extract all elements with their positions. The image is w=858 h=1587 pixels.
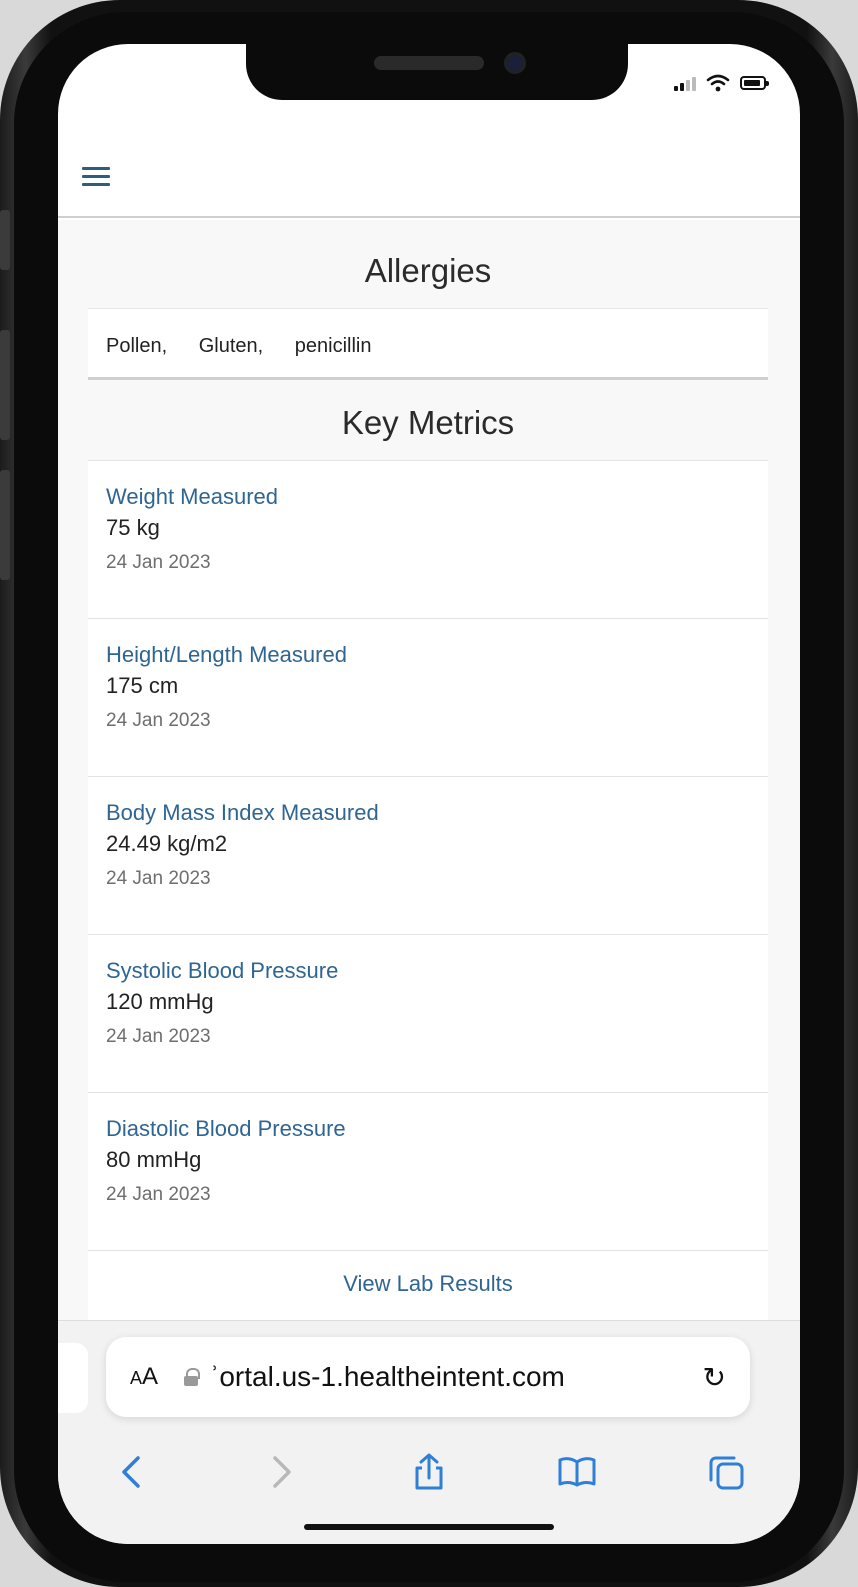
- allergy-item: penicillin: [294, 335, 372, 357]
- text-size-button[interactable]: AA: [130, 1363, 158, 1391]
- allergy-item: Pollen,: [106, 335, 168, 357]
- chevron-right-icon: [272, 1456, 291, 1488]
- battery-icon: [740, 76, 769, 90]
- metric-systolic: Systolic Blood Pressure 120 mmHg 24 Jan …: [88, 934, 768, 1092]
- reload-icon[interactable]: ↻: [703, 1361, 726, 1394]
- home-indicator[interactable]: [304, 1524, 554, 1530]
- book-icon: [558, 1457, 596, 1487]
- allergy-item: Gluten,: [198, 335, 264, 357]
- view-lab-results-link[interactable]: View Lab Results: [88, 1250, 768, 1320]
- metric-bmi: Body Mass Index Measured 24.49 kg/m2 24 …: [88, 776, 768, 934]
- metric-date: 24 Jan 2023: [106, 710, 211, 731]
- hamburger-menu-icon[interactable]: [82, 162, 116, 196]
- metric-diastolic: Diastolic Blood Pressure 80 mmHg 24 Jan …: [88, 1092, 768, 1250]
- app-header: [58, 144, 800, 218]
- metric-weight: Weight Measured 75 kg 24 Jan 2023: [88, 460, 768, 618]
- notch: [246, 44, 628, 100]
- cellular-signal-icon: [674, 75, 696, 91]
- metric-date: 24 Jan 2023: [106, 1184, 211, 1205]
- metric-title-link[interactable]: Diastolic Blood Pressure: [106, 1115, 750, 1143]
- bookmarks-button[interactable]: [547, 1442, 607, 1502]
- metric-value: 80 mmHg: [106, 1147, 202, 1172]
- share-icon: [415, 1453, 443, 1490]
- tabs-icon: [709, 1456, 744, 1490]
- metric-value: 120 mmHg: [106, 989, 214, 1014]
- metric-date: 24 Jan 2023: [106, 868, 211, 889]
- url-text[interactable]: ʾortal.us-1.healtheintent.com: [210, 1361, 703, 1393]
- share-button[interactable]: [399, 1442, 459, 1502]
- metric-title-link[interactable]: Systolic Blood Pressure: [106, 957, 750, 985]
- allergies-card: Pollen, Gluten, penicillin: [88, 308, 768, 380]
- allergies-heading: Allergies: [364, 252, 492, 289]
- front-camera: [504, 52, 526, 74]
- metric-date: 24 Jan 2023: [106, 552, 211, 573]
- metric-value: 24.49 kg/m2: [106, 831, 228, 856]
- back-button[interactable]: [102, 1442, 162, 1502]
- lock-icon: [184, 1368, 201, 1386]
- volume-down-button: [0, 470, 10, 580]
- browser-bottom-bar: AA ʾortal.us-1.healtheintent.com ↻: [58, 1320, 800, 1544]
- metric-title-link[interactable]: Body Mass Index Measured: [106, 799, 750, 827]
- status-bar-icons: [674, 74, 769, 92]
- metric-value: 175 cm: [106, 673, 179, 698]
- previous-tab-preview[interactable]: [58, 1343, 88, 1413]
- speaker-grille: [374, 56, 484, 70]
- tabs-button[interactable]: [696, 1442, 756, 1502]
- page-content: Allergies Pollen, Gluten, penicillin Key…: [58, 220, 800, 1320]
- metric-date: 24 Jan 2023: [106, 1026, 211, 1047]
- key-metrics-heading: Key Metrics: [341, 404, 515, 441]
- metric-height: Height/Length Measured 175 cm 24 Jan 202…: [88, 618, 768, 776]
- forward-button[interactable]: [251, 1442, 311, 1502]
- wifi-icon: [706, 74, 730, 92]
- metric-title-link[interactable]: Weight Measured: [106, 483, 750, 511]
- metric-value: 75 kg: [106, 515, 160, 540]
- chevron-left-icon: [122, 1456, 140, 1488]
- metric-title-link[interactable]: Height/Length Measured: [106, 641, 750, 669]
- silent-switch: [0, 210, 10, 270]
- volume-up-button: [0, 330, 10, 440]
- address-bar[interactable]: AA ʾortal.us-1.healtheintent.com ↻: [106, 1337, 750, 1417]
- browser-toolbar: [58, 1437, 800, 1507]
- phone-screen: Allergies Pollen, Gluten, penicillin Key…: [58, 44, 800, 1544]
